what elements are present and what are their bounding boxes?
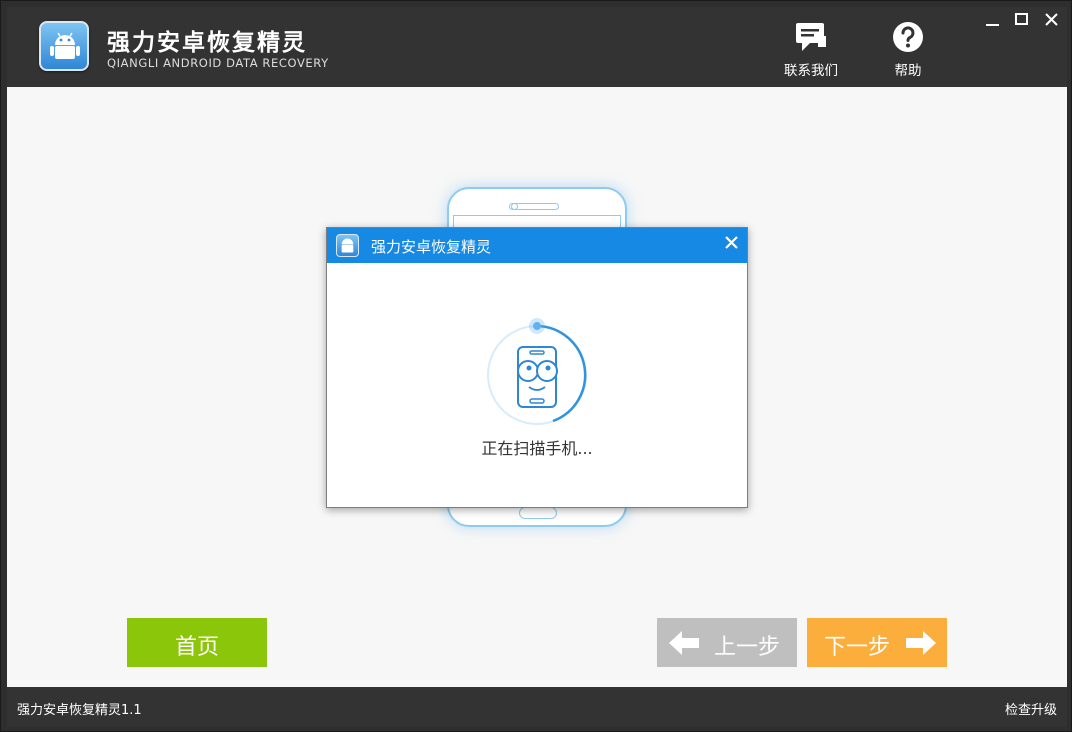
close-window-button[interactable] <box>1040 11 1064 31</box>
scan-status-text: 正在扫描手机... <box>481 439 593 458</box>
status-bar: 强力安卓恢复精灵1.1 检查升级 <box>7 687 1067 727</box>
next-step-label: 下一步 <box>824 635 891 660</box>
scan-dialog: 强力安卓恢复精灵 正在扫描手机... <box>326 227 748 508</box>
home-button-label: 首页 <box>174 635 219 660</box>
version-label: 强力安卓恢复精灵1.1 <box>17 703 142 718</box>
phone-camera <box>511 203 518 210</box>
home-button[interactable]: 首页 <box>127 618 267 667</box>
chat-icon <box>796 23 826 51</box>
dialog-title: 强力安卓恢复精灵 <box>371 238 492 256</box>
minimize-icon <box>986 24 999 26</box>
scanning-phone-icon <box>487 318 587 425</box>
app-title: 强力安卓恢复精灵 <box>107 30 307 56</box>
minimize-button[interactable] <box>981 11 1005 31</box>
contact-us-label: 联系我们 <box>784 63 838 79</box>
previous-step-button[interactable]: 上一步 <box>657 618 797 667</box>
dialog-titlebar: 强力安卓恢复精灵 <box>327 228 747 263</box>
phone-home-button <box>519 507 557 519</box>
arrow-right-icon <box>906 631 936 655</box>
maximize-icon <box>1015 13 1028 25</box>
android-icon <box>50 32 80 59</box>
dialog-app-icon <box>336 234 359 257</box>
contact-us-button[interactable]: 联系我们 <box>776 21 846 81</box>
help-label: 帮助 <box>894 63 922 79</box>
header: 强力安卓恢复精灵 QIANGLI ANDROID DATA RECOVERY 联… <box>7 7 1067 87</box>
close-icon <box>725 236 738 249</box>
android-icon <box>341 238 354 253</box>
next-step-button[interactable]: 下一步 <box>807 618 947 667</box>
app-subtitle: QIANGLI ANDROID DATA RECOVERY <box>107 56 329 70</box>
app-window: 强力安卓恢复精灵 QIANGLI ANDROID DATA RECOVERY 联… <box>0 0 1072 732</box>
check-update-link[interactable]: 检查升级 <box>1005 699 1057 718</box>
arrow-left-icon <box>669 631 699 655</box>
app-logo <box>39 21 89 71</box>
help-button[interactable]: 帮助 <box>873 21 943 81</box>
dialog-close-button[interactable] <box>721 232 743 254</box>
previous-step-label: 上一步 <box>714 635 781 660</box>
question-icon <box>893 22 923 52</box>
maximize-button[interactable] <box>1010 11 1034 31</box>
close-icon <box>1045 13 1058 26</box>
